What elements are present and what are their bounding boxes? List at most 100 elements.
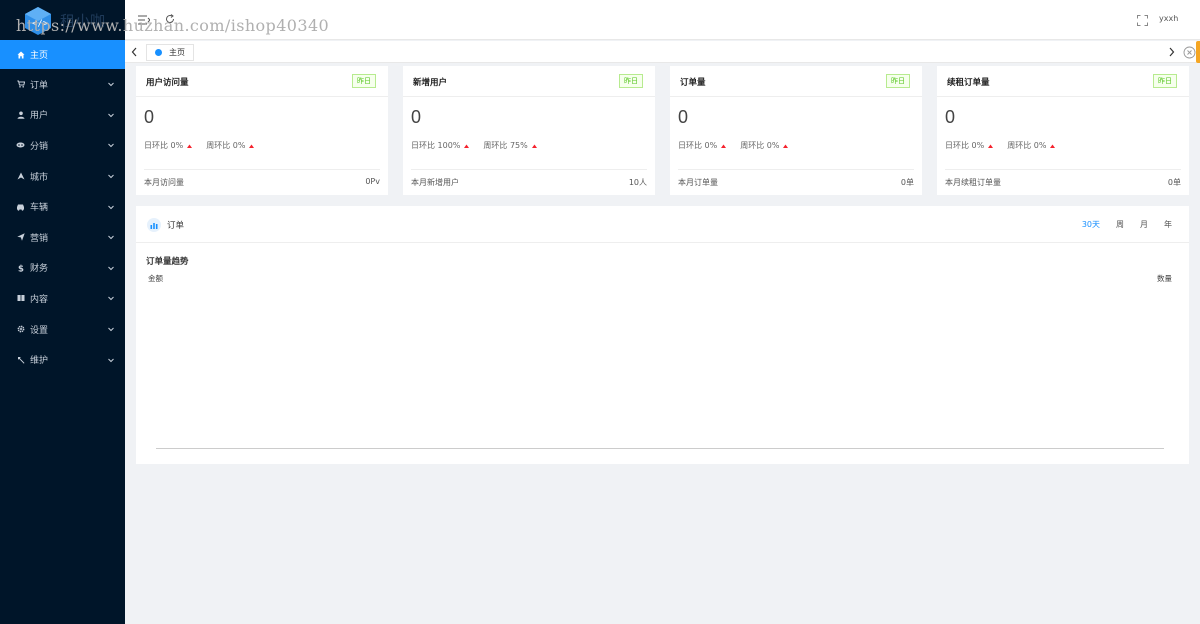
sidebar-item-label: 营销 [30, 233, 49, 244]
chart-x-axis [156, 448, 1164, 449]
trend-up-icon [1050, 144, 1056, 148]
chevron-down-icon [107, 80, 115, 88]
close-tabs-icon[interactable] [1183, 46, 1196, 59]
filter-week[interactable]: 周 [1116, 219, 1124, 230]
sidebar-item-orders[interactable]: 订单 [0, 69, 125, 100]
trend-up-icon [464, 144, 470, 148]
chevron-down-icon [107, 356, 115, 364]
tab-active-dot [155, 49, 162, 56]
period-filter: 30天 周 月 年 [1066, 219, 1172, 230]
home-icon [16, 50, 25, 59]
sidebar-item-vehicles[interactable]: 车辆 [0, 191, 125, 222]
sidebar-item-label: 内容 [30, 294, 49, 305]
card-footer-value: 0单 [1167, 178, 1181, 187]
sidebar-item-label: 财务 [30, 264, 49, 275]
card-value: 0 [945, 107, 956, 127]
card-value: 0 [144, 107, 155, 127]
sidebar-item-marketing[interactable]: 营销 [0, 222, 125, 253]
tab-scroll-right-icon[interactable] [1165, 45, 1177, 59]
wrench-icon [16, 355, 25, 364]
card-title: 续租订单量 [947, 78, 990, 88]
svg-text:$: $ [18, 264, 24, 272]
card-footer-value: 0Pv [365, 177, 380, 186]
weekly-trend: 周环比 0% [206, 140, 255, 151]
card-title: 用户访问量 [146, 78, 189, 88]
card-title: 订单量 [680, 78, 706, 88]
divider [144, 169, 380, 170]
user-icon [16, 110, 25, 119]
sidebar-menu: 主页 订单 用户 分销 城市 车辆 营销 $ 财务 内容 设置 维护 [0, 40, 125, 375]
tabs-bar: 主页 [125, 41, 1200, 63]
sidebar-item-city[interactable]: 城市 [0, 161, 125, 192]
card-footer-label: 本月续租订单量 [945, 178, 1001, 187]
filter-month[interactable]: 月 [1140, 219, 1148, 230]
divider [945, 169, 1181, 170]
car-icon [16, 202, 25, 211]
y-axis-left-label: 金额 [148, 274, 163, 283]
sidebar: </> 租小咖 主页 订单 用户 分销 城市 车辆 营销 $ 财务 内容 设置 … [0, 0, 125, 624]
orders-panel: 订单 30天 周 月 年 订单量趋势 金额 数量 [136, 206, 1189, 464]
card-period-tag: 昨日 [352, 74, 376, 88]
chevron-down-icon [107, 264, 115, 272]
sidebar-item-users[interactable]: 用户 [0, 100, 125, 131]
trend-up-icon [988, 144, 994, 148]
trend-up-icon [187, 144, 193, 148]
filter-30-days[interactable]: 30天 [1082, 219, 1100, 230]
chart-title: 订单量趋势 [146, 257, 189, 267]
sidebar-item-label: 维护 [30, 356, 49, 367]
send-icon [16, 233, 25, 242]
weekly-trend: 周环比 75% [483, 140, 537, 151]
chevron-down-icon [107, 141, 115, 149]
sidebar-item-maintenance[interactable]: 维护 [0, 344, 125, 375]
cart-icon [16, 80, 25, 89]
sidebar-item-distribution[interactable]: 分销 [0, 130, 125, 161]
card-title: 新增用户 [413, 78, 448, 88]
card-period-tag: 昨日 [619, 74, 643, 88]
watermark: https://www.huzhan.com/ishop40340 [16, 16, 330, 35]
bar-chart-icon [147, 218, 161, 232]
sidebar-item-settings[interactable]: 设置 [0, 314, 125, 345]
card-value: 0 [678, 107, 689, 127]
y-axis-right-label: 数量 [1157, 274, 1172, 283]
sidebar-item-label: 车辆 [30, 203, 49, 214]
card-footer-value: 10人 [628, 178, 647, 187]
tab-scroll-left-icon[interactable] [128, 45, 140, 59]
sidebar-item-content[interactable]: 内容 [0, 283, 125, 314]
trend-up-icon [249, 144, 255, 148]
sidebar-item-home[interactable]: 主页 [0, 40, 125, 69]
book-icon [16, 294, 25, 303]
divider [411, 169, 647, 170]
chevron-down-icon [107, 325, 115, 333]
card-footer-label: 本月订单量 [678, 178, 718, 187]
stat-card-visits: 用户访问量 昨日 0 日环比 0% 周环比 0% 本月访问量 0Pv [136, 66, 388, 195]
sidebar-item-finance[interactable]: $ 财务 [0, 253, 125, 284]
sidebar-item-label: 城市 [30, 172, 49, 183]
stat-card-renewal-orders: 续租订单量 昨日 0 日环比 0% 周环比 0% 本月续租订单量 0单 [937, 66, 1189, 195]
card-period-tag: 昨日 [886, 74, 910, 88]
chevron-down-icon [107, 233, 115, 241]
stat-card-orders: 订单量 昨日 0 日环比 0% 周环比 0% 本月订单量 0单 [670, 66, 922, 195]
fullscreen-icon[interactable] [1137, 15, 1148, 26]
side-tab-handle[interactable] [1196, 41, 1200, 63]
card-footer-value: 0单 [900, 178, 914, 187]
trend-up-icon [531, 144, 537, 148]
orders-title: 订单 [167, 221, 185, 231]
chevron-down-icon [107, 294, 115, 302]
tab-home[interactable]: 主页 [146, 44, 194, 61]
chevron-down-icon [107, 203, 115, 211]
daily-trend: 日环比 0% [678, 140, 727, 151]
filter-year[interactable]: 年 [1164, 219, 1172, 230]
sidebar-item-label: 主页 [30, 51, 49, 61]
daily-trend: 日环比 100% [411, 140, 470, 151]
stat-card-new-users: 新增用户 昨日 0 日环比 100% 周环比 75% 本月新增用户 10人 [403, 66, 655, 195]
daily-trend: 日环比 0% [945, 140, 994, 151]
divider [678, 169, 914, 170]
trend-up-icon [783, 144, 789, 148]
user-name[interactable]: yxxh [1159, 14, 1178, 23]
trend-up-icon [721, 144, 727, 148]
tab-label: 主页 [169, 48, 185, 57]
gear-icon [16, 325, 25, 334]
location-icon [16, 172, 25, 181]
weekly-trend: 周环比 0% [1007, 140, 1056, 151]
sidebar-item-label: 用户 [30, 111, 49, 122]
